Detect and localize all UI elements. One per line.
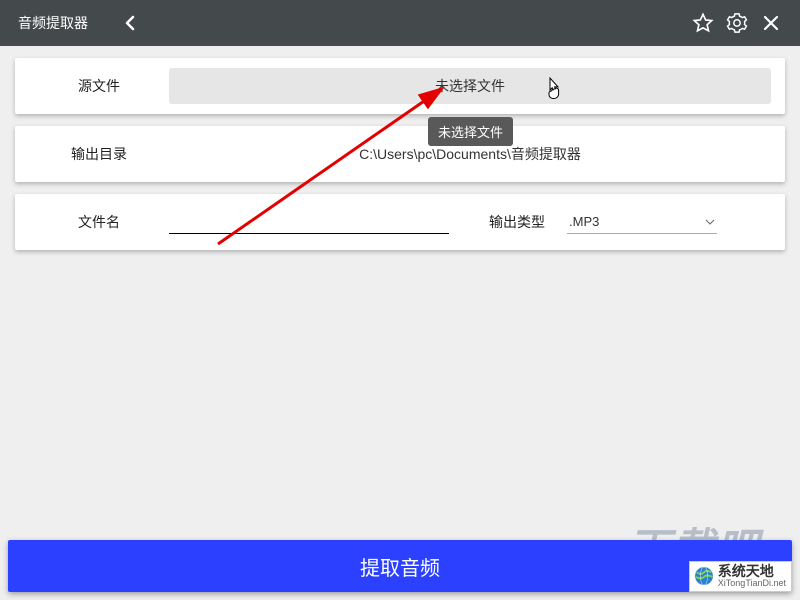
chevron-left-icon bbox=[124, 15, 136, 31]
close-button[interactable] bbox=[754, 6, 788, 40]
output-dir-field[interactable]: C:\Users\pc\Documents\音频提取器 bbox=[169, 136, 771, 172]
dropdown-icon bbox=[705, 219, 715, 225]
output-dir-card: 输出目录 C:\Users\pc\Documents\音频提取器 bbox=[15, 126, 785, 182]
extract-audio-label: 提取音频 bbox=[360, 552, 440, 581]
app-title: 音频提取器 bbox=[18, 13, 88, 33]
close-icon bbox=[762, 14, 780, 32]
output-dir-value: C:\Users\pc\Documents\音频提取器 bbox=[359, 144, 581, 164]
gear-icon bbox=[726, 12, 748, 34]
watermark-text-en: XiTongTianDi.net bbox=[718, 579, 786, 589]
output-type-label: 输出类型 bbox=[489, 212, 545, 232]
filename-input[interactable] bbox=[169, 210, 449, 234]
output-type-select[interactable]: .MP3 bbox=[567, 210, 717, 234]
extract-audio-button[interactable]: 提取音频 bbox=[8, 540, 792, 592]
star-icon bbox=[692, 12, 714, 34]
output-dir-label: 输出目录 bbox=[29, 144, 169, 164]
source-file-button[interactable]: 未选择文件 bbox=[169, 68, 771, 104]
watermark-text-zh: 系统天地 bbox=[718, 564, 786, 579]
filename-label: 文件名 bbox=[29, 212, 169, 232]
watermark-badge: 系统天地 XiTongTianDi.net bbox=[689, 561, 792, 592]
output-type-value: .MP3 bbox=[569, 214, 599, 229]
settings-button[interactable] bbox=[720, 6, 754, 40]
titlebar: 音频提取器 bbox=[0, 0, 800, 46]
back-button[interactable] bbox=[124, 15, 136, 31]
filename-output-card: 文件名 输出类型 .MP3 bbox=[15, 194, 785, 250]
source-file-card: 源文件 未选择文件 bbox=[15, 58, 785, 114]
globe-icon bbox=[693, 565, 715, 587]
source-file-label: 源文件 bbox=[29, 76, 169, 96]
favorite-button[interactable] bbox=[686, 6, 720, 40]
source-file-button-text: 未选择文件 bbox=[435, 76, 505, 96]
